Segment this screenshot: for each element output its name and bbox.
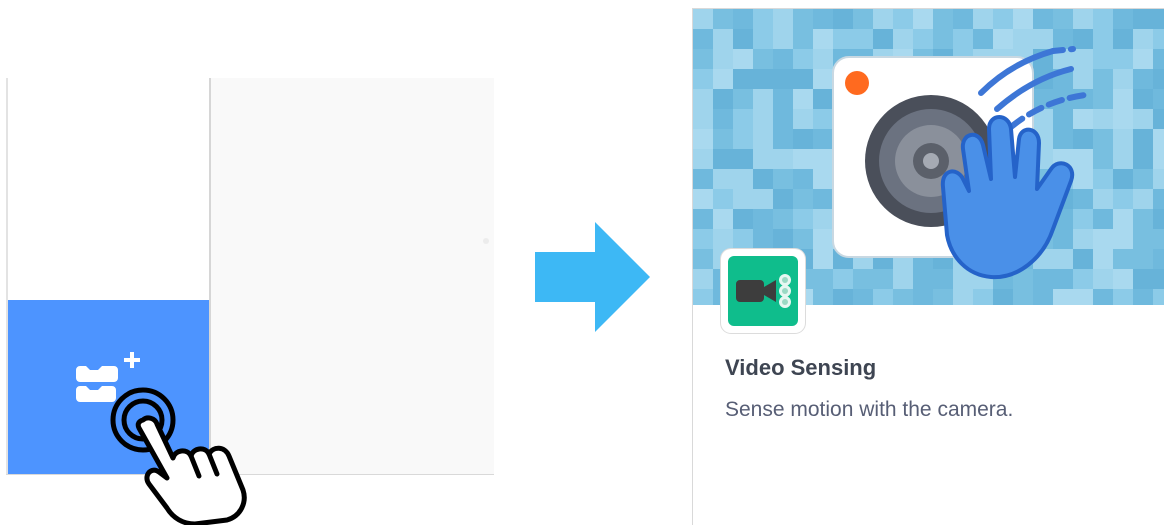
tutorial-figure: Video Sensing Sense motion with the came… (0, 0, 1164, 525)
add-extension-icon (76, 352, 140, 402)
extension-card-video-sensing[interactable]: Video Sensing Sense motion with the came… (692, 8, 1164, 525)
video-camera-icon (728, 256, 798, 326)
category-menu (6, 78, 211, 474)
extension-title: Video Sensing (725, 355, 877, 380)
code-workspace[interactable] (211, 78, 494, 474)
extension-description: Sense motion with the camera. (725, 398, 1014, 421)
scratch-editor-corner (6, 78, 494, 475)
workspace-marker (483, 238, 489, 244)
add-extension-button[interactable] (8, 300, 209, 474)
extension-icon-frame (721, 249, 805, 333)
right-arrow-icon (535, 222, 650, 332)
